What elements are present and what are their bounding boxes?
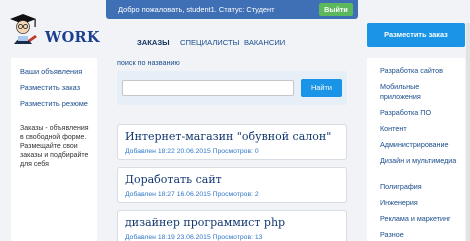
category-content[interactable]: Контент <box>380 124 460 134</box>
sidebar-link-my-ads[interactable]: Ваши объявления <box>20 67 82 76</box>
sidebar-link-post-order[interactable]: Разместить заказ <box>20 83 80 92</box>
user-status-bar: Добро пожаловать, student1. Статус: Студ… <box>106 0 358 19</box>
category-misc[interactable]: Разное <box>380 230 460 240</box>
sidebar-link-post-resume[interactable]: Разместить резюме <box>20 99 88 108</box>
tab-vacancies[interactable]: ВАКАНСИИ <box>244 38 285 47</box>
order-meta: Добавлен 18:22 20.06.2015 Просмотров: 0 <box>125 148 259 155</box>
page-scrollbar[interactable] <box>466 23 470 241</box>
left-sidebar: Ваши объявления Разместить заказ Размест… <box>11 58 97 241</box>
logout-button[interactable]: Выйти <box>319 3 353 16</box>
welcome-text: Добро пожаловать, student1. Статус: Студ… <box>118 5 275 14</box>
category-mobile-apps[interactable]: Мобильные приложения <box>380 82 460 101</box>
tab-orders[interactable]: ЗАКАЗЫ <box>137 38 170 47</box>
category-software-dev[interactable]: Разработка ПО <box>380 108 460 118</box>
site-logo[interactable]: WORK <box>6 10 108 48</box>
main-nav: ЗАКАЗЫ СПЕЦИАЛИСТЫ ВАКАНСИИ <box>106 38 358 50</box>
tab-specialists[interactable]: СПЕЦИАЛИСТЫ <box>180 38 239 47</box>
category-web-dev[interactable]: Разработка сайтов <box>380 66 460 76</box>
category-advertising-marketing[interactable]: Реклама и маркетинг <box>380 214 460 224</box>
post-order-button[interactable]: Разместить заказ <box>367 23 465 47</box>
category-design-multimedia[interactable]: Дизайн и мультимедиа <box>380 156 460 166</box>
category-sidebar: Разработка сайтов Мобильные приложения Р… <box>367 58 465 241</box>
logo-text: WORK <box>45 29 100 46</box>
order-title[interactable]: Доработать сайт <box>125 173 222 186</box>
order-title[interactable]: Интернет-магазин "обувной салон" <box>125 130 331 143</box>
search-panel: Найти <box>117 71 347 105</box>
category-administration[interactable]: Администрирование <box>380 140 460 150</box>
student-graduation-icon <box>10 14 37 44</box>
page: WORK Добро пожаловать, student1. Статус:… <box>0 0 470 241</box>
sidebar-description: Заказы - объявления в свободной форме. Р… <box>20 125 89 168</box>
category-engineering[interactable]: Инженерия <box>380 198 460 208</box>
search-button[interactable]: Найти <box>301 79 342 97</box>
search-by-title-link[interactable]: поиск по названию <box>117 58 180 67</box>
category-printing[interactable]: Полиграфия <box>380 182 460 192</box>
search-input[interactable] <box>122 80 294 96</box>
order-card[interactable]: дизайнер программист php Добавлен 18:19 … <box>117 210 347 241</box>
order-title[interactable]: дизайнер программист php <box>125 216 285 229</box>
order-meta: Добавлен 18:19 23.06.2015 Просмотров: 13 <box>125 234 263 241</box>
order-card[interactable]: Интернет-магазин "обувной салон" Добавле… <box>117 124 347 160</box>
order-card[interactable]: Доработать сайт Добавлен 18:27 16.06.201… <box>117 167 347 203</box>
order-meta: Добавлен 18:27 16.06.2015 Просмотров: 2 <box>125 191 259 198</box>
